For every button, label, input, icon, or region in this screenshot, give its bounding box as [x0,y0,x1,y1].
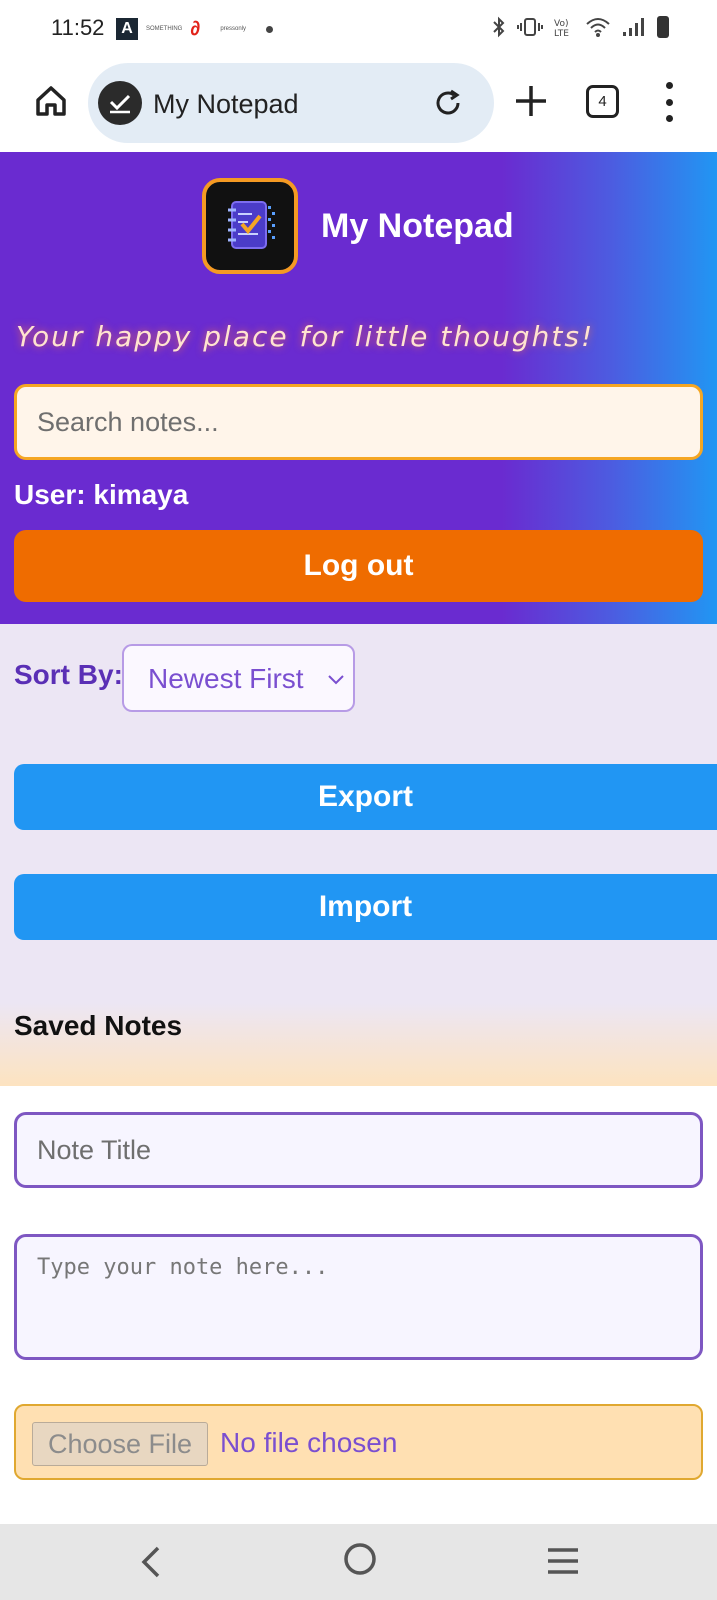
tabs-icon[interactable]: 4 [586,85,619,118]
chevron-down-icon [328,675,344,685]
choose-file-button[interactable]: Choose File [32,1422,208,1466]
note-editor: Choose File No file chosen [0,1086,717,1524]
checkmark-site-icon [98,81,142,125]
tagline: Your happy place for little thoughts! [16,320,595,353]
recents-icon[interactable] [546,1546,580,1576]
import-button[interactable]: Import [14,874,717,940]
volte-icon: Vo)LTE [554,19,569,38]
file-input[interactable]: Choose File No file chosen [14,1404,703,1480]
back-icon[interactable] [136,1544,166,1580]
controls-section: Sort By: Newest First Export Import Save… [0,624,717,1086]
app-title: My Notepad [321,207,514,245]
more-notifications-icon [266,25,274,33]
system-nav-bar [0,1524,717,1600]
browser-toolbar: My Notepad 4 [0,58,717,152]
logout-button[interactable]: Log out [14,530,703,602]
carrier-text-2: pressonly [220,26,247,32]
user-label: User: kimaya [14,479,189,510]
home-circle-icon[interactable] [343,1542,377,1576]
address-bar[interactable]: My Notepad [88,63,494,143]
airtel-icon: ∂ [190,18,201,40]
notepad-logo-icon [202,178,298,274]
home-icon[interactable] [30,80,72,122]
saved-notes-heading: Saved Notes [14,1010,183,1041]
battery-icon [657,16,669,38]
app-header: My Notepad Your happy place for little t… [0,152,717,624]
search-input[interactable] [14,384,703,460]
wifi-icon [586,18,610,37]
system-icons: Vo) LTE [491,16,669,38]
page-title-in-urlbar: My Notepad [153,89,299,119]
sort-select[interactable]: Newest First [122,644,355,712]
vibrate-icon [517,18,543,36]
status-time: 11:52 [51,15,105,40]
sort-label: Sort By: [14,659,123,690]
app-a-icon: A [116,18,138,40]
file-status-text: No file chosen [220,1427,398,1458]
note-body-textarea[interactable] [14,1234,703,1360]
more-vert-icon[interactable] [660,82,678,122]
signal-icon [623,18,644,36]
status-bar: 11:52 A SOMETHING ∂ pressonly Vo) LTE [0,0,717,58]
plus-icon[interactable] [510,80,552,122]
svg-text:Vo): Vo) [554,19,568,29]
bluetooth-icon [493,16,505,38]
sort-select-value: Newest First [148,663,304,694]
carrier-text-1: SOMETHING [146,26,183,32]
reload-icon[interactable] [432,87,464,119]
export-button[interactable]: Export [14,764,717,830]
svg-text:LTE: LTE [554,29,569,38]
notification-icons: A SOMETHING ∂ pressonly [116,18,274,40]
note-title-input[interactable] [14,1112,703,1188]
